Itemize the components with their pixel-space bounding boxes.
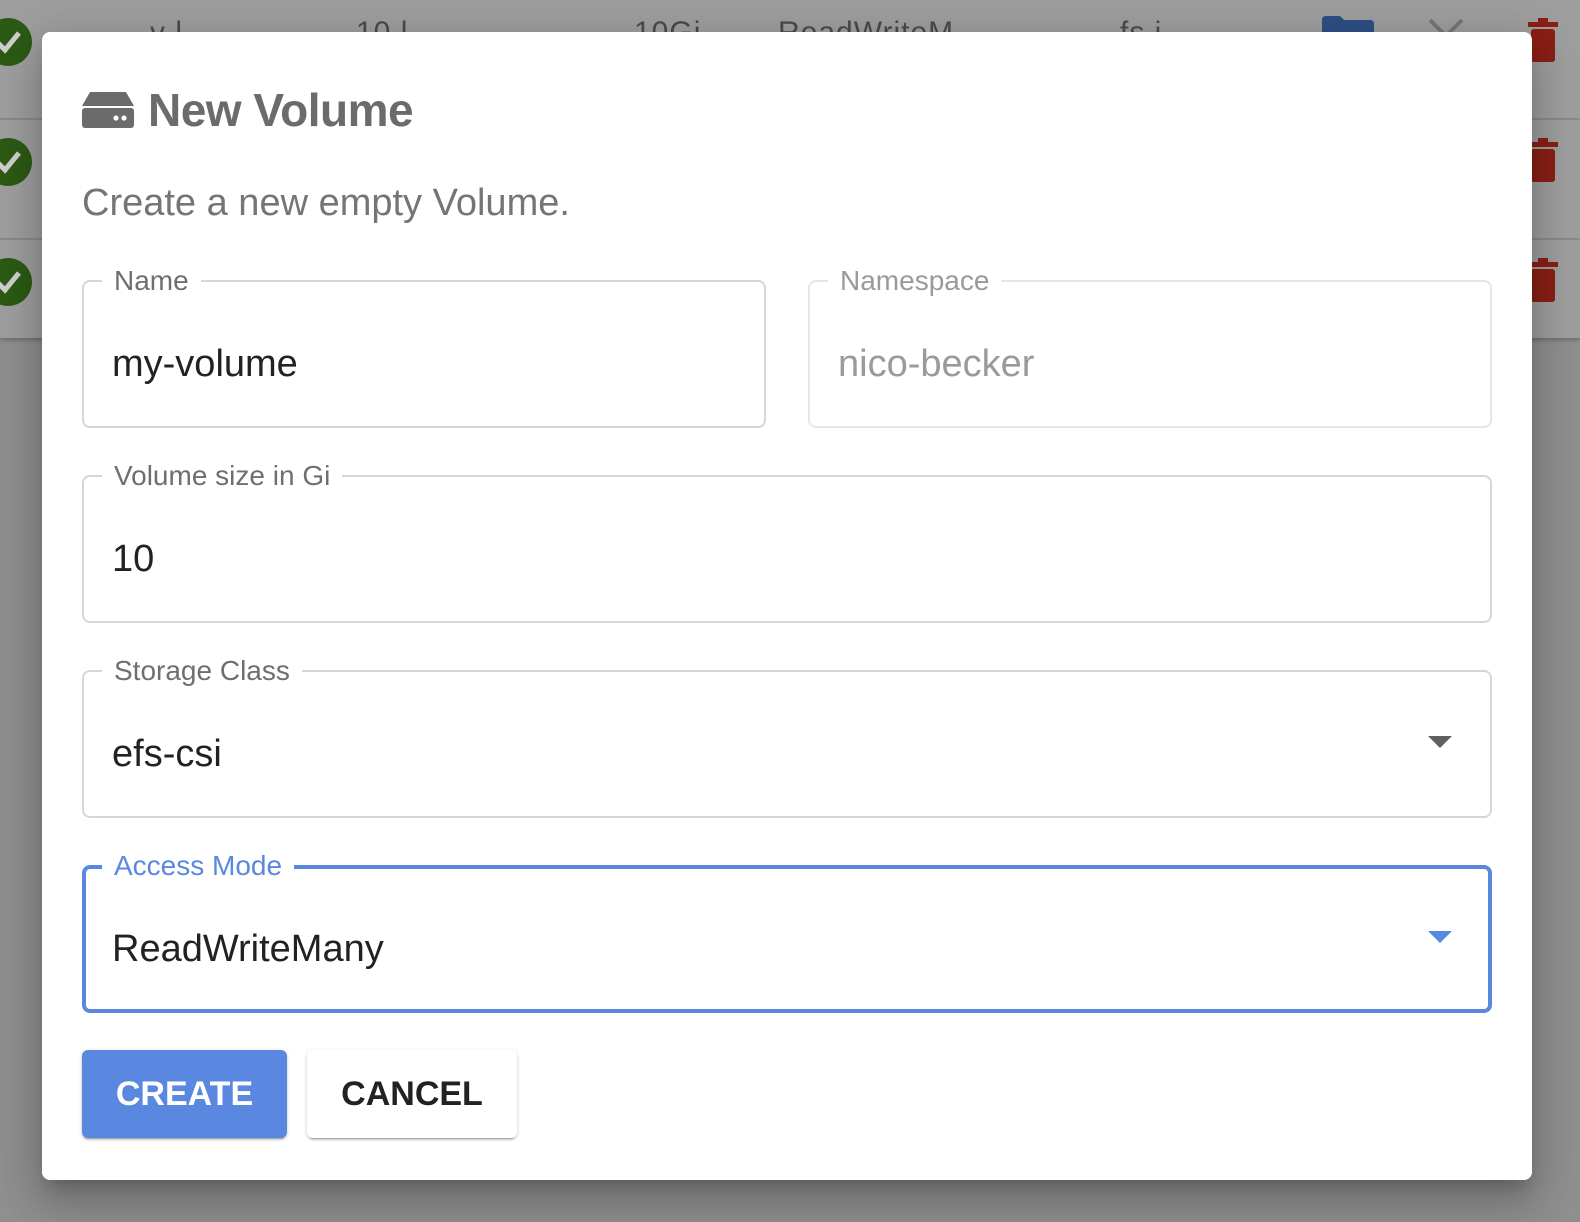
dialog-title: New Volume — [148, 84, 414, 136]
storage-class-value: efs-csi — [112, 733, 222, 775]
hard-drive-icon — [82, 92, 134, 128]
row-age: 10 l — [356, 16, 408, 32]
storage-class-label: Storage Class — [102, 656, 302, 686]
name-field[interactable]: Name — [82, 266, 766, 428]
dialog-subtitle: Create a new empty Volume. — [82, 182, 570, 224]
namespace-field: Namespace — [808, 266, 1492, 428]
storage-class-select[interactable]: Storage Class efs-csi — [82, 656, 1492, 818]
status-ok-icon — [0, 258, 32, 306]
name-input[interactable] — [112, 342, 724, 386]
dialog-header: New Volume — [82, 82, 414, 138]
volume-size-input[interactable] — [112, 537, 1378, 581]
create-button[interactable]: CREATE — [82, 1050, 287, 1138]
chevron-down-icon[interactable] — [1428, 736, 1452, 748]
namespace-input — [838, 342, 1450, 386]
name-label: Name — [102, 266, 201, 296]
trash-icon[interactable] — [1528, 138, 1558, 182]
cancel-button[interactable]: CANCEL — [307, 1050, 517, 1138]
access-mode-value: ReadWriteMany — [112, 928, 384, 970]
chevron-down-icon[interactable] — [1428, 931, 1452, 943]
status-ok-icon — [0, 138, 32, 186]
namespace-label: Namespace — [828, 266, 1002, 296]
row-size: 10Gi — [634, 16, 701, 32]
volume-size-label: Volume size in Gi — [102, 461, 343, 491]
access-mode-label: Access Mode — [102, 851, 295, 881]
row-access-mode: ReadWriteM — [778, 16, 954, 32]
trash-icon[interactable] — [1528, 18, 1558, 62]
new-volume-dialog: New Volume Create a new empty Volume. Na… — [42, 32, 1532, 1180]
volume-size-field[interactable]: Volume size in Gi — [82, 461, 1492, 623]
access-mode-select[interactable]: Access Mode ReadWriteMany — [82, 851, 1492, 1013]
row-name: v l — [150, 16, 183, 32]
trash-icon[interactable] — [1528, 258, 1558, 302]
row-storage-class: fs i — [1120, 16, 1162, 32]
status-ok-icon — [0, 18, 32, 66]
